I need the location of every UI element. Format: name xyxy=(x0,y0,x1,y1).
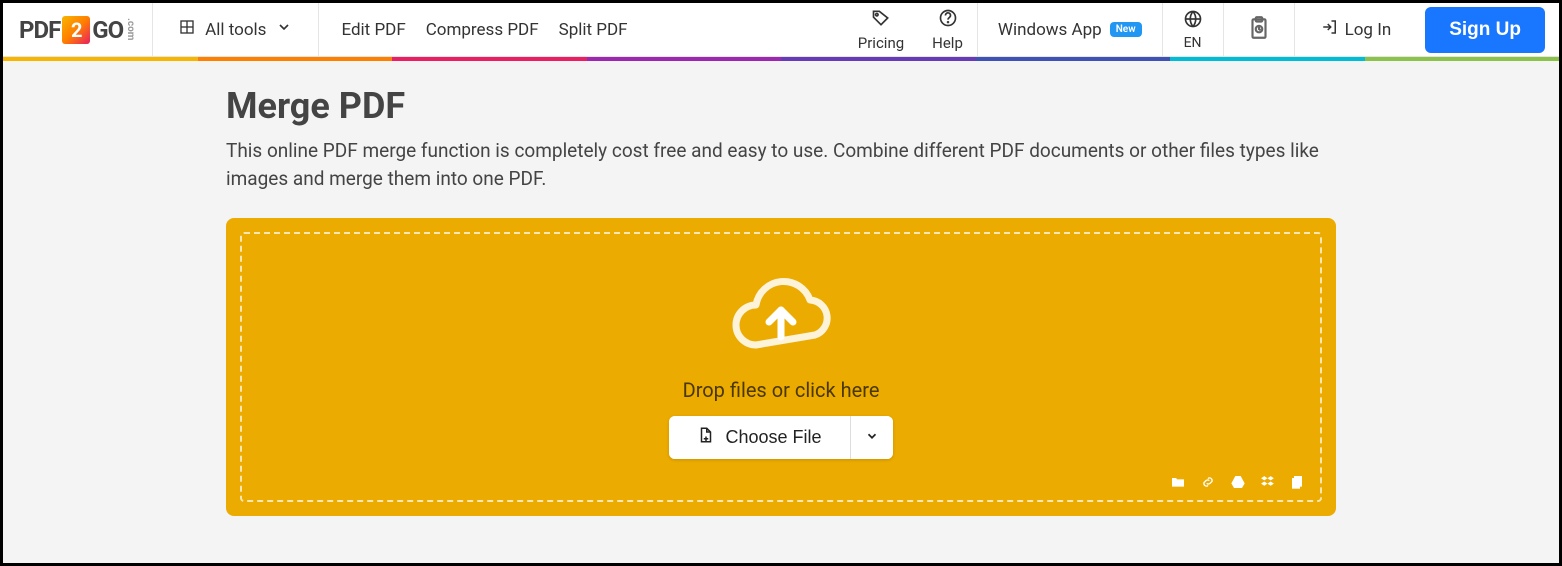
tool-compress-pdf[interactable]: Compress PDF xyxy=(426,20,539,40)
language-selector[interactable]: EN xyxy=(1163,9,1223,51)
choose-file-dropdown[interactable] xyxy=(851,416,893,459)
rainbow-divider xyxy=(3,57,1559,61)
dropbox-icon[interactable] xyxy=(1260,474,1276,490)
login-label: Log In xyxy=(1345,20,1392,40)
new-badge: New xyxy=(1110,22,1142,37)
help-label: Help xyxy=(932,34,963,52)
logo-go: GO xyxy=(92,16,123,44)
pricing-link[interactable]: Pricing xyxy=(844,3,918,56)
logo[interactable]: PDF 2 GO .com xyxy=(3,3,153,56)
tool-split-pdf[interactable]: Split PDF xyxy=(559,20,628,40)
link-icon[interactable] xyxy=(1200,474,1216,490)
upload-source-icons xyxy=(1170,474,1306,490)
login-button[interactable]: Log In xyxy=(1295,18,1418,41)
tool-edit-pdf[interactable]: Edit PDF xyxy=(341,20,405,40)
all-tools-label: All tools xyxy=(205,20,266,40)
login-icon xyxy=(1321,18,1339,41)
file-add-icon xyxy=(697,426,715,449)
choose-file-label: Choose File xyxy=(725,427,821,448)
page-title: Merge PDF xyxy=(226,85,1336,127)
file-dropzone[interactable]: Drop files or click here Choose File xyxy=(226,218,1336,516)
clipboard-history[interactable] xyxy=(1224,15,1294,45)
help-link[interactable]: Help xyxy=(918,3,977,56)
cloud-upload-icon xyxy=(721,275,841,364)
all-tools-menu[interactable]: All tools xyxy=(153,3,319,56)
globe-icon xyxy=(1183,9,1203,33)
page-subtitle: This online PDF merge function is comple… xyxy=(226,137,1336,192)
dropzone-text: Drop files or click here xyxy=(683,378,880,402)
signup-button[interactable]: Sign Up xyxy=(1425,7,1545,53)
folder-icon[interactable] xyxy=(1170,474,1186,490)
main-content: Merge PDF This online PDF merge function… xyxy=(3,61,1559,516)
header: PDF 2 GO .com All tools Edit PDF Compres… xyxy=(3,3,1559,57)
logo-pdf: PDF xyxy=(19,16,60,44)
language-label: EN xyxy=(1184,35,1202,51)
chevron-down-icon xyxy=(865,429,879,446)
pricing-label: Pricing xyxy=(858,34,904,52)
windows-app-label: Windows App xyxy=(998,20,1102,40)
logo-two: 2 xyxy=(62,16,90,44)
tool-links: Edit PDF Compress PDF Split PDF xyxy=(319,20,649,40)
help-icon xyxy=(938,8,958,32)
chevron-down-icon xyxy=(276,19,292,40)
clipboard-source-icon[interactable] xyxy=(1290,474,1306,490)
google-drive-icon[interactable] xyxy=(1230,474,1246,490)
logo-com: .com xyxy=(125,18,136,40)
choose-file-button[interactable]: Choose File xyxy=(669,416,850,459)
clipboard-icon xyxy=(1246,26,1272,45)
grid-icon xyxy=(179,19,195,40)
choose-file-group: Choose File xyxy=(669,416,892,459)
windows-app-link[interactable]: Windows App New xyxy=(978,20,1162,40)
tag-icon xyxy=(871,8,891,32)
